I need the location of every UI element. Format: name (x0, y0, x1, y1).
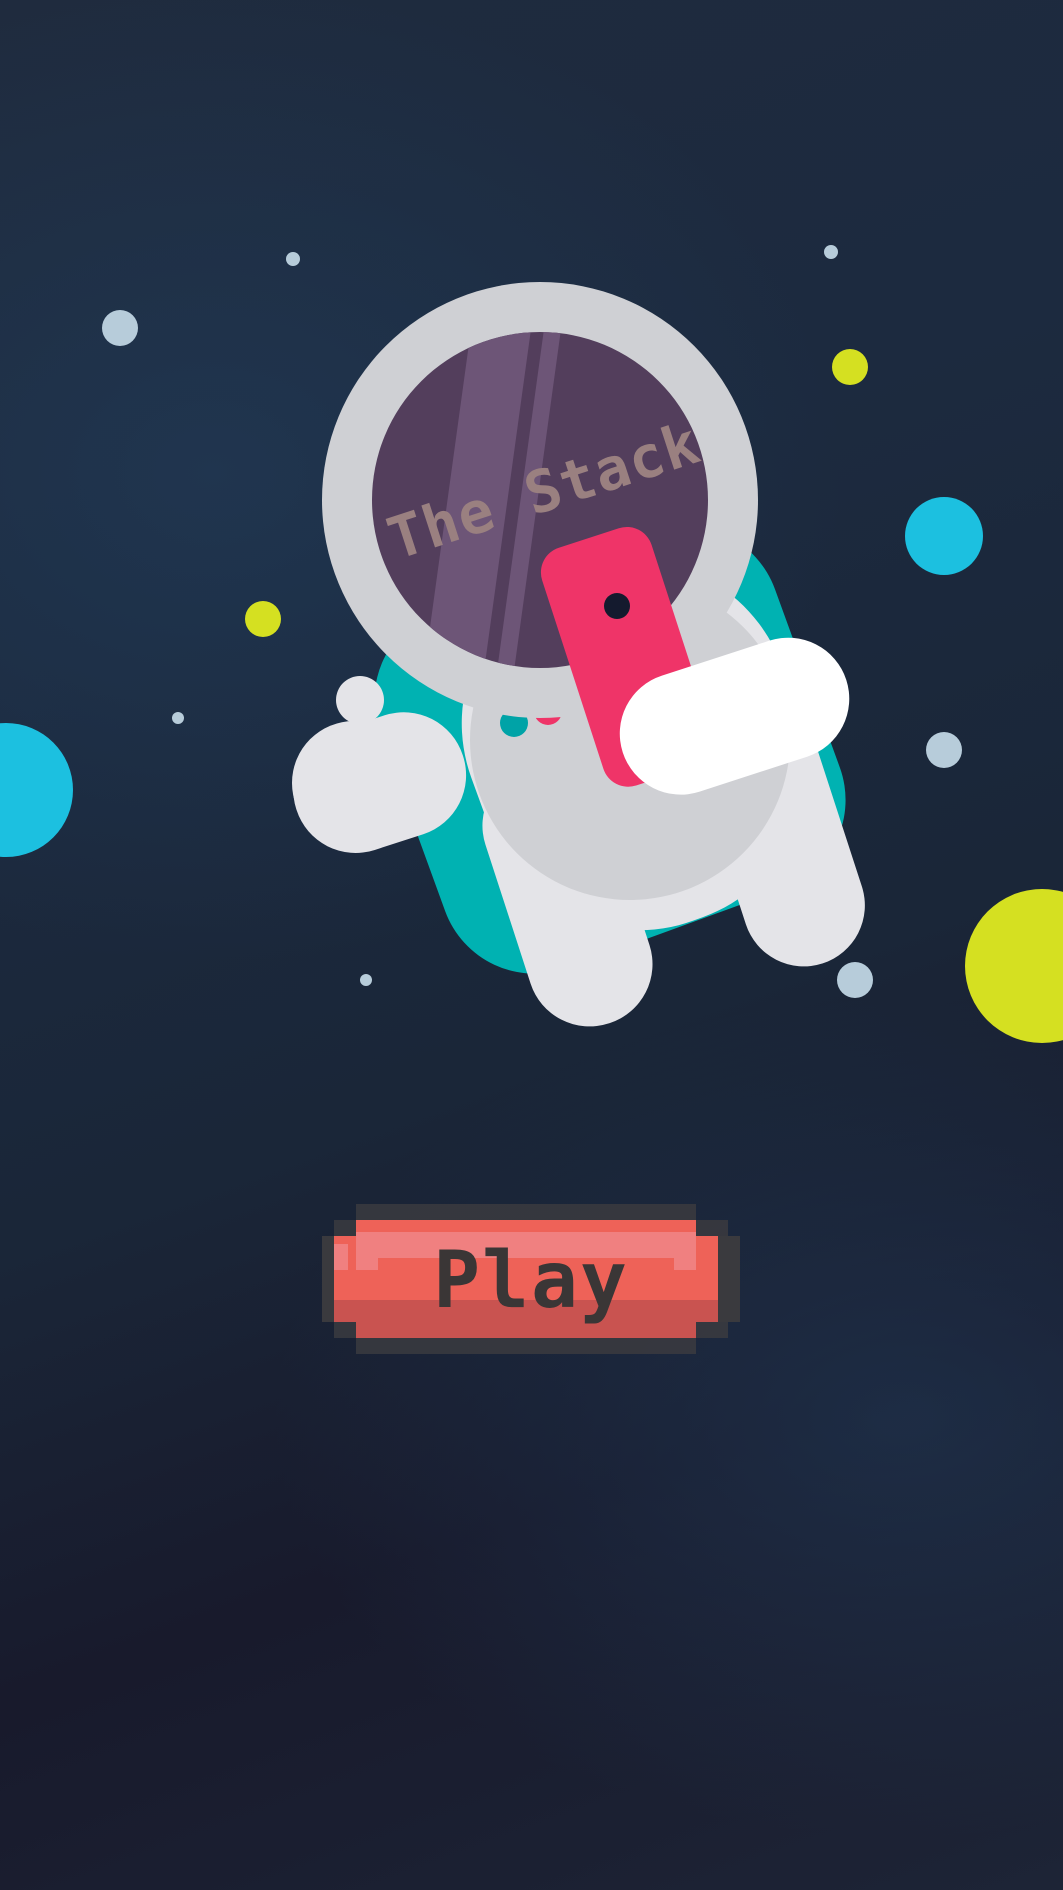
thumb-left (336, 676, 384, 724)
space-background: The Stack (0, 245, 1063, 1043)
star (172, 712, 184, 724)
yellow-planet (965, 889, 1063, 1043)
play-label: Play (433, 1236, 629, 1326)
star (926, 732, 962, 768)
phone-camera (604, 593, 630, 619)
star (102, 310, 138, 346)
title-screen: The Stack Play (0, 0, 1063, 1890)
star (360, 974, 372, 986)
yellow-planet (832, 349, 868, 385)
star (837, 962, 873, 998)
yellow-planet (245, 601, 281, 637)
play-button[interactable]: Play (322, 1204, 740, 1354)
cyan-planet (905, 497, 983, 575)
star (286, 252, 300, 266)
star (824, 245, 838, 259)
hand-left (292, 721, 416, 845)
cyan-planet (0, 723, 73, 857)
astronaut-holding-phone-icon (292, 282, 865, 1027)
